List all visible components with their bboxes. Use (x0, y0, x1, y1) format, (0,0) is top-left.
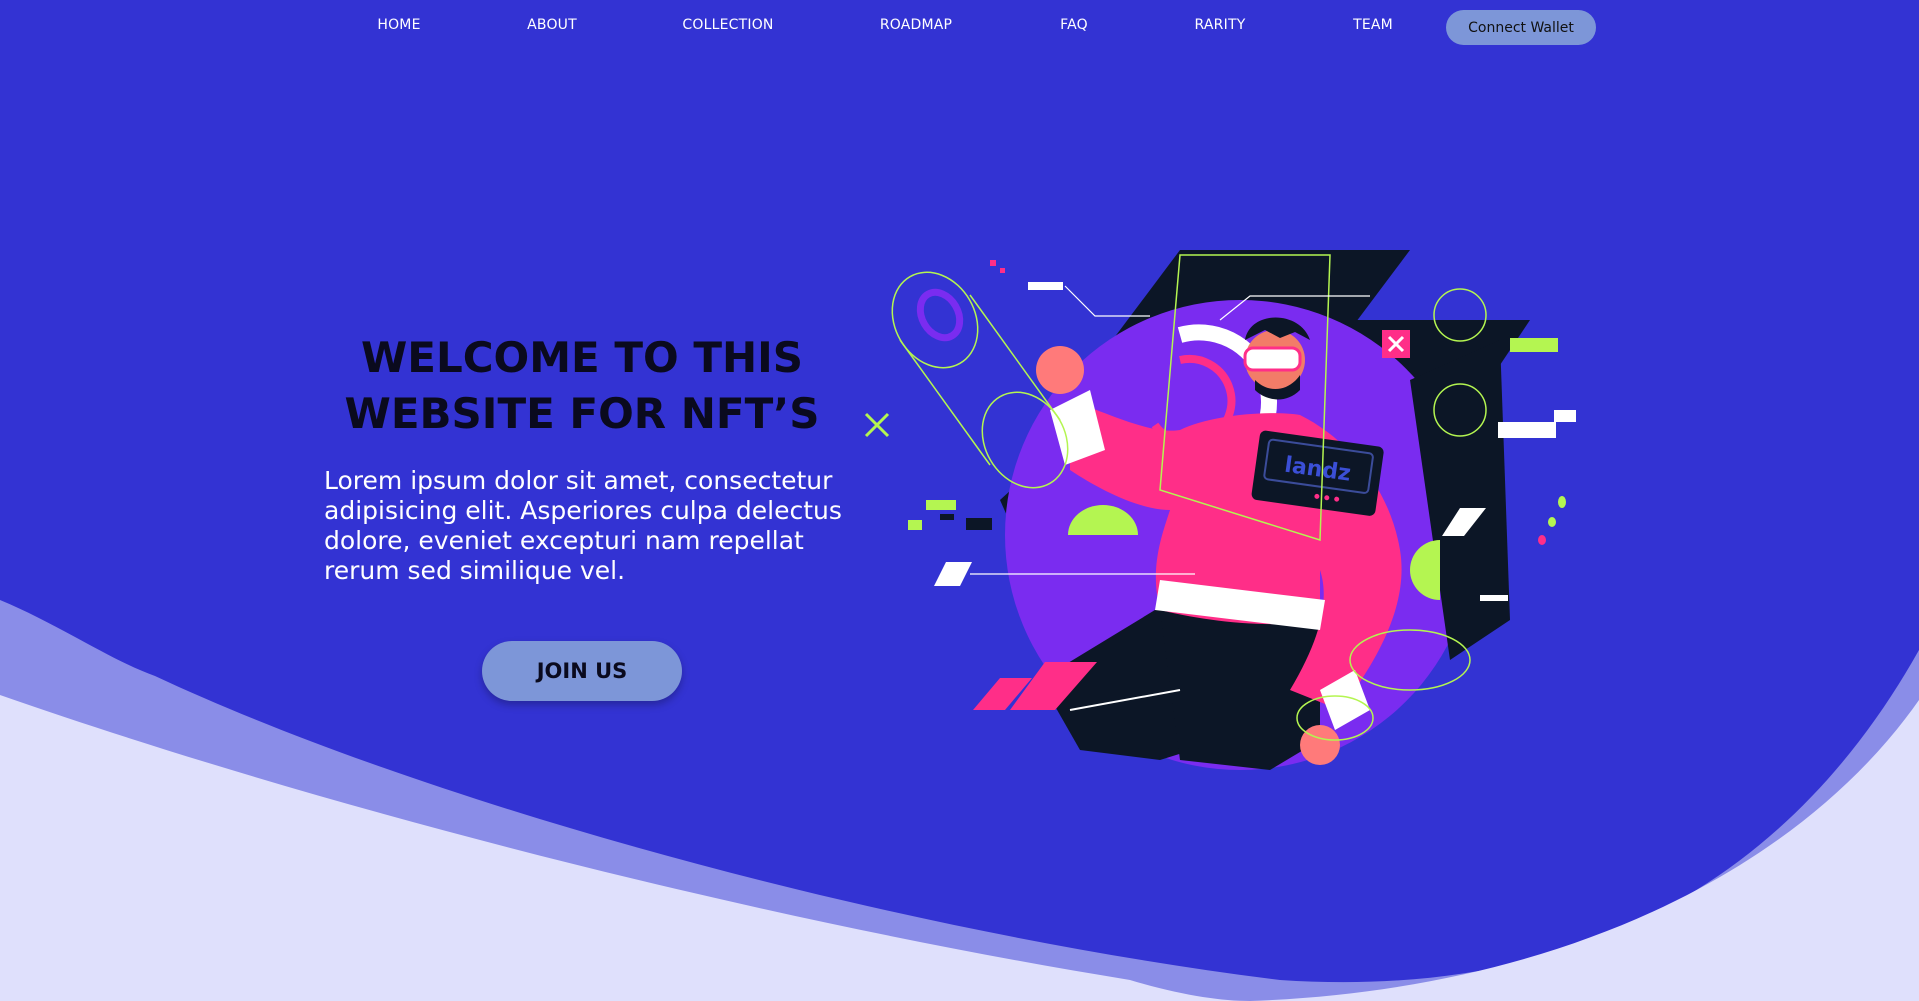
nav-collection[interactable]: COLLECTION (682, 17, 773, 33)
nav-rarity[interactable]: RARITY (1195, 17, 1246, 33)
character-hand-right (1300, 725, 1340, 765)
character-hand-left (1036, 346, 1084, 394)
deco-pink-dot-1 (990, 260, 996, 266)
hero-title-line-1: WELCOME TO THIS (360, 333, 804, 382)
hero-title: WELCOME TO THIS WEBSITE FOR NFT’S (320, 330, 844, 442)
deco-white-rect-2 (1554, 410, 1576, 422)
deco-green-rect-1 (1510, 338, 1558, 352)
nav-about[interactable]: ABOUT (527, 17, 577, 33)
deco-green-leaf-1 (1558, 496, 1566, 508)
character-vr-goggles (1243, 346, 1302, 372)
deco-pink-dot-2 (1000, 268, 1005, 273)
nav-faq[interactable]: FAQ (1060, 17, 1088, 33)
deco-white-dash (1480, 595, 1508, 601)
deco-white-rect-1 (1498, 422, 1556, 438)
top-navigation: HOME ABOUT COLLECTION ROADMAP FAQ RARITY… (0, 0, 1919, 54)
deco-dark-rect-2 (940, 514, 954, 520)
nav-roadmap[interactable]: ROADMAP (880, 17, 952, 33)
holo-cylinder-edge-1 (899, 339, 991, 466)
nft-character-illustration: landz (864, 250, 1576, 770)
nav-home[interactable]: HOME (377, 17, 420, 33)
connect-wallet-button[interactable]: Connect Wallet (1446, 10, 1596, 45)
deco-white-rect-3 (1028, 282, 1063, 290)
green-x-mark (864, 412, 890, 438)
deco-green-rect-2 (926, 500, 956, 510)
holo-cylinder-top (891, 271, 979, 369)
deco-green-rect-3 (908, 520, 922, 530)
deco-dark-rect-1 (966, 518, 992, 530)
holo-ring-purple (916, 288, 964, 342)
nav-team[interactable]: TEAM (1353, 17, 1393, 33)
deco-pink-leaf (1538, 535, 1546, 545)
deco-white-parallelogram (934, 562, 972, 586)
hero-description: Lorem ipsum dolor sit amet, consectetur … (324, 466, 842, 585)
landing-page: HOME ABOUT COLLECTION ROADMAP FAQ RARITY… (0, 0, 1919, 1001)
hero-title-line-2: WEBSITE FOR NFT’S (344, 389, 820, 438)
join-us-button[interactable]: JOIN US (482, 641, 682, 701)
deco-green-leaf-2 (1548, 517, 1556, 527)
